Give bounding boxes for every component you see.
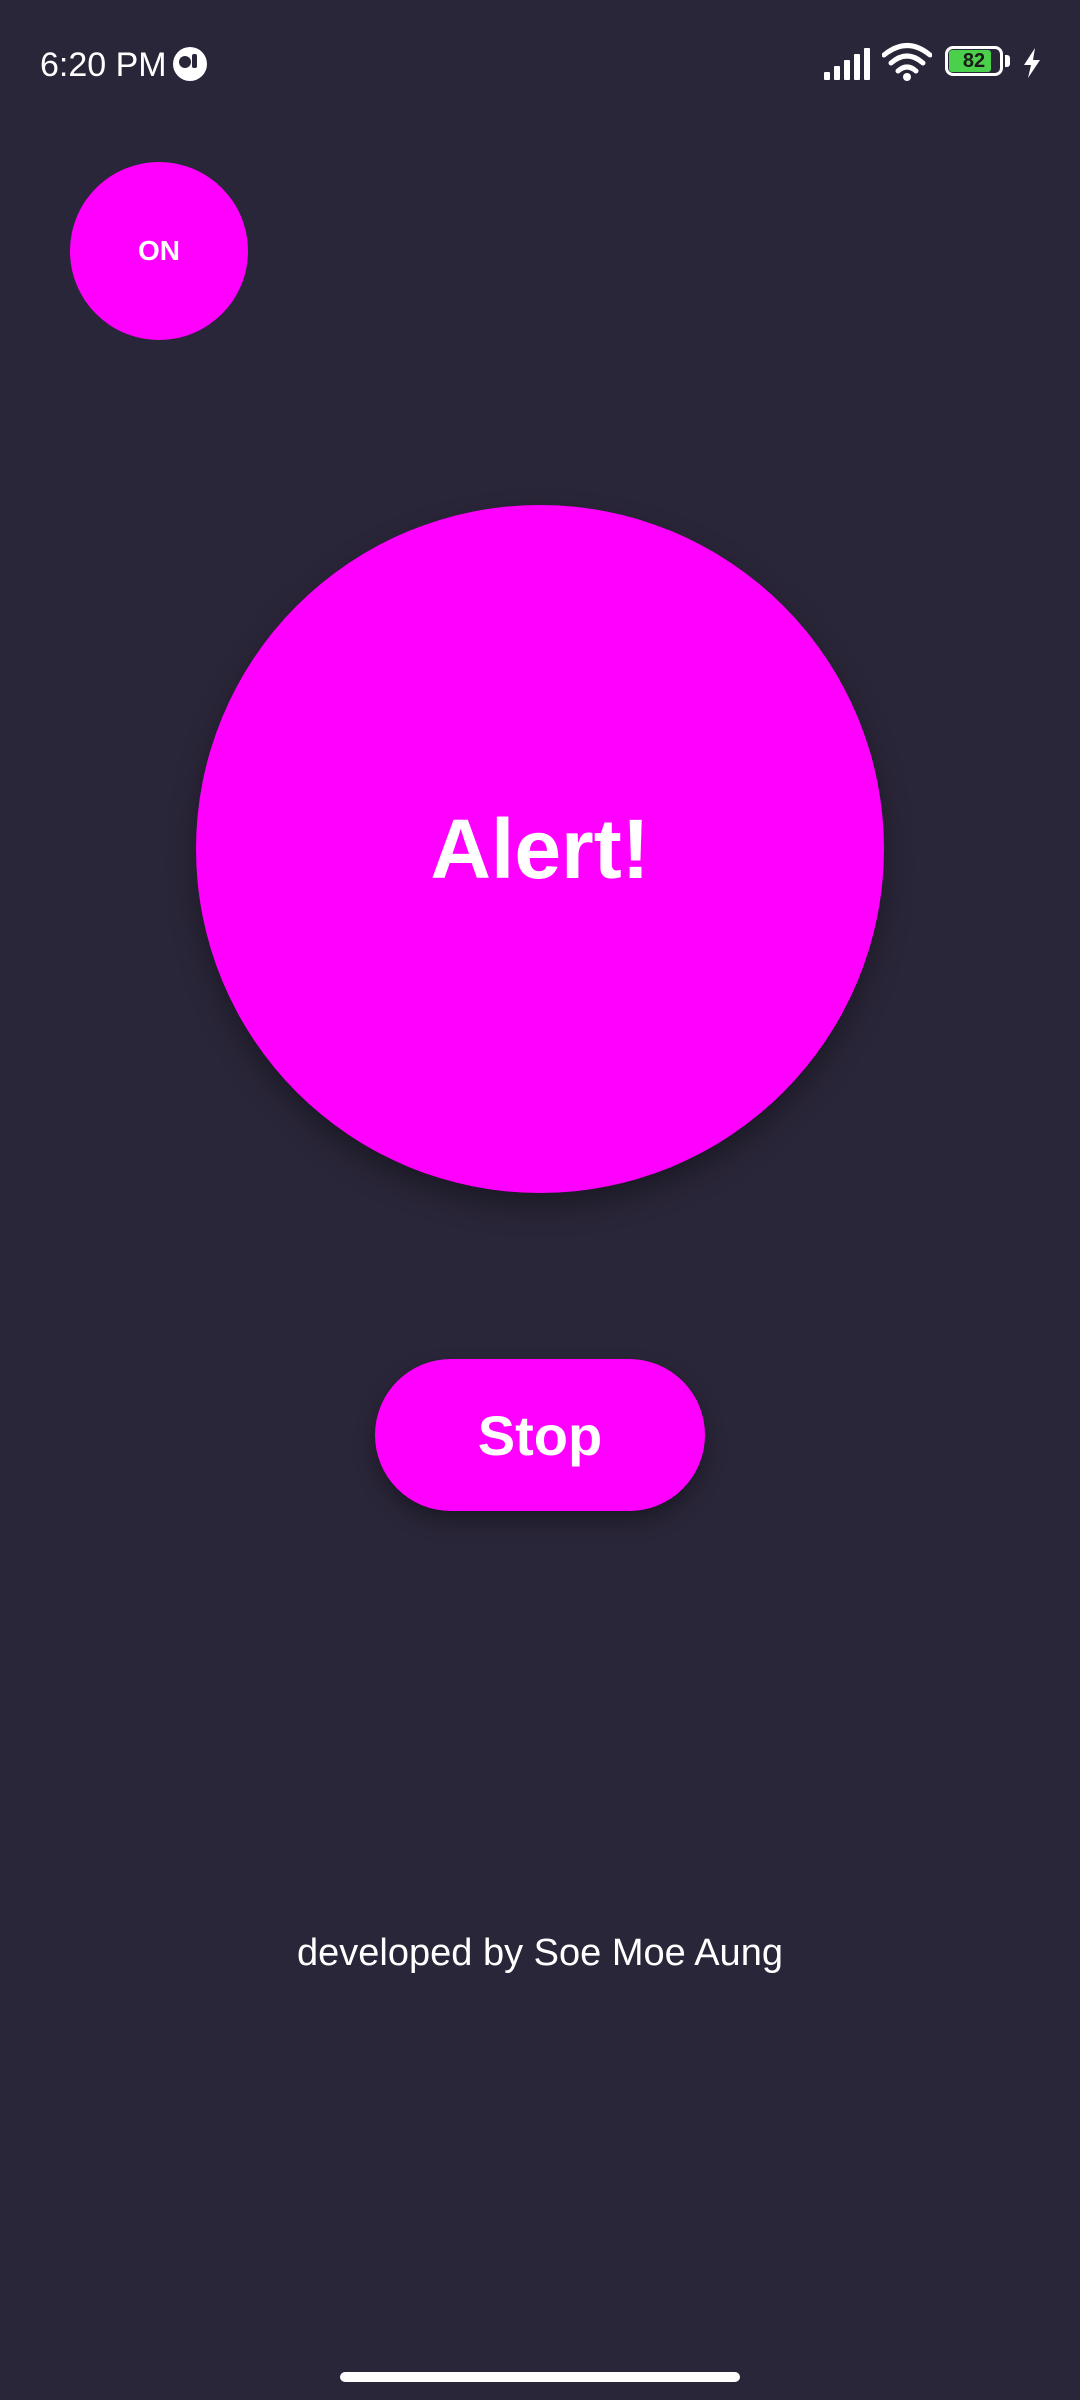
home-indicator[interactable] bbox=[340, 2372, 740, 2382]
alert-label: Alert! bbox=[430, 801, 650, 896]
developer-credit: developed by Soe Moe Aung bbox=[297, 1932, 783, 1974]
battery-cap bbox=[1005, 55, 1010, 67]
on-toggle-button[interactable]: ON bbox=[70, 162, 248, 340]
signal-icon bbox=[824, 48, 870, 80]
battery-level: 82 bbox=[962, 50, 986, 72]
status-time: 6:20 PM bbox=[40, 46, 167, 84]
wifi-icon bbox=[882, 43, 932, 81]
alert-button[interactable]: Alert! bbox=[196, 505, 884, 1193]
charging-icon bbox=[1024, 48, 1040, 78]
status-bar: 6:20 PM 82 bbox=[0, 0, 1080, 130]
stop-button[interactable]: Stop bbox=[375, 1359, 705, 1511]
app-notification-icon bbox=[173, 47, 207, 81]
battery-icon: 82 bbox=[945, 46, 1013, 80]
